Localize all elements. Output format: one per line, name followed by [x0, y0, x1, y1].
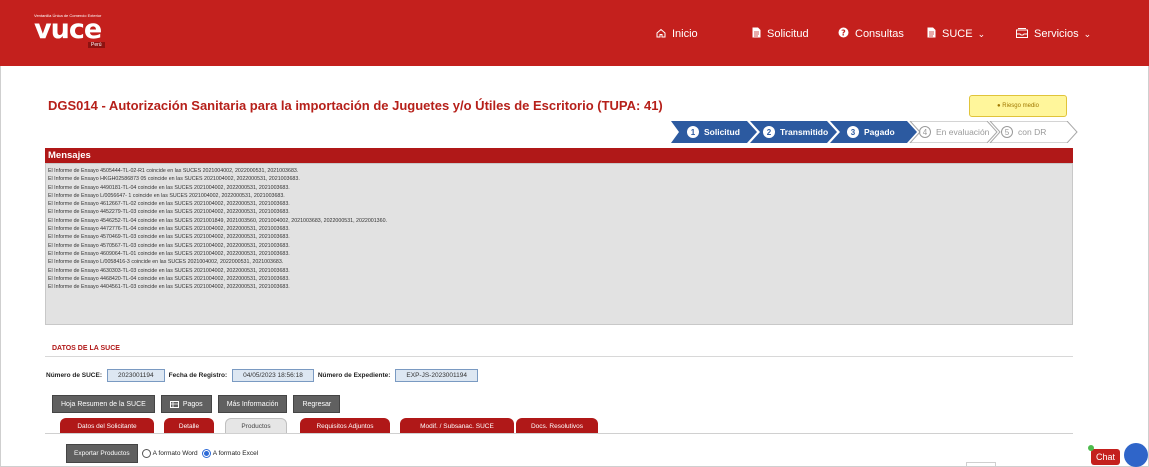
chat-bubble-icon[interactable] [1124, 443, 1148, 467]
fecha-registro-label: Fecha de Registro: [168, 372, 228, 379]
page-title: DGS014 - Autorización Sanitaria para la … [48, 98, 663, 113]
tab-divider [45, 433, 1073, 434]
message-line: El Informe de Ensayo L/0056647- 1 coinci… [48, 192, 285, 199]
pagos-button[interactable]: Pagos [160, 395, 212, 413]
regresar-button[interactable]: Regresar [293, 395, 341, 413]
message-line: El Informe de Ensayo 4546252-TL-04 coinc… [48, 217, 387, 224]
numero-expediente-label: Número de Expediente: [317, 372, 391, 379]
tab-modif-subsanac[interactable]: Modif. / Subsanac. SUCE [400, 418, 514, 434]
tab-datos-solicitante[interactable]: Datos del Solicitante [60, 418, 154, 434]
home-icon [656, 28, 666, 41]
message-line: El Informe de Ensayo 4570469-TL-03 coinc… [48, 234, 290, 241]
pagination-control[interactable] [966, 462, 996, 467]
export-row: Exportar Productos A formato Word A form… [66, 444, 262, 463]
online-status-icon [1088, 445, 1094, 451]
logo-country: Perú [88, 42, 105, 48]
step-number: 3 [847, 126, 859, 138]
tab-productos[interactable]: Productos [225, 418, 287, 434]
messages-header: Mensajes [45, 148, 1073, 163]
pagos-label: Pagos [182, 400, 203, 408]
step-number: 4 [919, 126, 931, 138]
nav-servicios[interactable]: Servicios ⌄ [1016, 24, 1091, 44]
step-label: En evaluación [936, 127, 990, 137]
fecha-registro-field[interactable]: 04/05/2023 18:56:18 [232, 369, 314, 382]
nav-inicio[interactable]: Inicio [656, 24, 698, 44]
radio-word[interactable]: A formato Word [141, 449, 198, 458]
message-line: El Informe de Ensayo 4630303-TL-03 coinc… [48, 267, 290, 274]
risk-badge: ● Riesgo medio [969, 95, 1067, 117]
document-icon [927, 27, 936, 41]
nav-consultas[interactable]: ? Consultas [838, 24, 904, 44]
message-line: El Informe de Ensayo 4404561-TL-03 coinc… [48, 284, 290, 291]
table-icon [169, 400, 179, 408]
radio-label: A formato Excel [212, 450, 259, 457]
nav-label: Solicitud [767, 28, 809, 40]
chat-label: Chat [1091, 449, 1121, 465]
section-divider [45, 356, 1073, 357]
nav-label: Inicio [672, 28, 698, 40]
tab-requisitos-adjuntos[interactable]: Requisitos Adjuntos [300, 418, 390, 434]
message-line: El Informe de Ensayo 4505444-TL-02-R1 co… [48, 168, 299, 174]
step-label: Transmitido [780, 127, 829, 137]
top-header: Ventanilla Única de Comercio Exterior vu… [0, 0, 1149, 66]
svg-text:?: ? [841, 28, 846, 37]
nav-label: SUCE [942, 28, 973, 40]
step-label: con DR [1018, 127, 1047, 137]
message-line: El Informe de Ensayo 4490181-TL-04 coinc… [48, 184, 290, 191]
step-number: 2 [763, 126, 775, 138]
message-line: El Informe de Ensayo 4570567-TL-03 coinc… [48, 242, 290, 249]
exportar-productos-button[interactable]: Exportar Productos [66, 444, 138, 463]
step-transmitido: 2 Transmitido [747, 121, 828, 143]
nav-label: Servicios [1034, 28, 1079, 40]
messages-panel: El Informe de Ensayo 4505444-TL-02-R1 co… [45, 163, 1073, 325]
chevron-down-icon: ⌄ [977, 28, 986, 39]
mas-informacion-button[interactable]: Más Información [217, 395, 288, 413]
message-line: El Informe de Ensayo 4612667-TL-02 coinc… [48, 201, 290, 208]
suce-fields: Número de SUCE: 2023001194 Fecha de Regi… [46, 369, 482, 382]
step-label: Solicitud [704, 127, 740, 137]
step-number: 1 [687, 126, 699, 138]
nav-label: Consultas [855, 28, 904, 40]
nav-solicitud[interactable]: Solicitud [752, 24, 809, 44]
chat-widget[interactable]: Chat [1088, 443, 1148, 467]
message-line: El Informe de Ensayo 4609064-TL-01 coinc… [48, 250, 290, 257]
inbox-icon [1016, 27, 1028, 41]
radio-label: A formato Word [152, 450, 198, 457]
chevron-down-icon: ⌄ [1083, 28, 1092, 39]
nav-suce[interactable]: SUCE ⌄ [927, 24, 985, 44]
step-number: 5 [1001, 126, 1013, 138]
action-buttons: Hoja Resumen de la SUCE Pagos Más Inform… [52, 395, 346, 413]
logo-wordmark: vuce [34, 14, 102, 45]
document-icon [752, 27, 761, 41]
hoja-resumen-button[interactable]: Hoja Resumen de la SUCE [52, 395, 155, 413]
tab-docs-resolutivos[interactable]: Docs. Resolutivos [516, 418, 598, 434]
radio-button[interactable] [141, 449, 151, 458]
numero-suce-field[interactable]: 2023001194 [106, 369, 165, 382]
step-solicitud: 1 Solicitud [671, 121, 740, 143]
message-line: El Informe de Ensayo 4472776-TL-04 coinc… [48, 226, 290, 233]
numero-expediente-field[interactable]: EXP-JS-2023001194 [395, 369, 479, 382]
help-icon: ? [838, 27, 849, 41]
message-line: El Informe de Ensayo HKGH02586873 05 coi… [48, 176, 300, 183]
step-en-evaluacion: 4 En evaluación [903, 121, 989, 143]
vuce-logo[interactable]: Ventanilla Única de Comercio Exterior vu… [34, 13, 116, 49]
radio-excel[interactable]: A formato Excel [201, 449, 259, 458]
step-con-dr: 5 con DR [985, 121, 1046, 143]
step-pagado: 3 Pagado [831, 121, 895, 143]
message-line: El Informe de Ensayo L/0058416-3 coincid… [48, 259, 284, 266]
section-title: DATOS DE LA SUCE [52, 345, 120, 352]
step-label: Pagado [864, 127, 895, 137]
tab-detalle[interactable]: Detalle [164, 418, 214, 434]
message-line: El Informe de Ensayo 4452279-TL-03 coinc… [48, 209, 290, 216]
radio-button-selected[interactable] [201, 449, 211, 458]
numero-suce-label: Número de SUCE: [46, 372, 102, 379]
message-line: El Informe de Ensayo 4468420-TL-04 coinc… [48, 275, 290, 282]
